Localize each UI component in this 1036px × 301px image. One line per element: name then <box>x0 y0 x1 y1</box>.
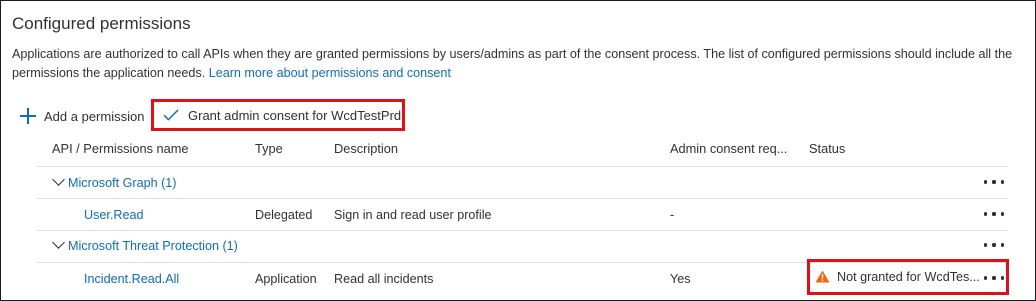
status-value: Not granted for WcdTes... <box>837 270 980 284</box>
admin-consent-value: - <box>670 208 675 222</box>
add-permission-label: Add a permission <box>44 108 145 124</box>
group-label[interactable]: Microsoft Threat Protection (1) <box>68 239 238 253</box>
learn-more-link[interactable]: Learn more about permissions and consent <box>209 66 451 80</box>
grant-admin-consent-label: Grant admin consent for WcdTestPrd <box>188 107 402 123</box>
configured-permissions-panel: Configured permissions Applications are … <box>0 0 1036 301</box>
panel-title: Configured permissions <box>12 14 191 33</box>
row-divider <box>36 198 1008 199</box>
more-icon[interactable] <box>984 210 1004 218</box>
admin-consent-value: Yes <box>670 272 691 286</box>
more-icon[interactable] <box>984 241 1004 249</box>
checkmark-icon <box>163 109 179 121</box>
add-permission-button[interactable]: Add a permission <box>15 101 144 131</box>
warning-icon <box>815 270 830 283</box>
column-header-type[interactable]: Type <box>255 141 283 156</box>
permission-type: Delegated <box>255 208 313 222</box>
permission-description: Sign in and read user profile <box>334 208 492 222</box>
panel-description: Applications are authorized to call APIs… <box>12 45 1022 83</box>
toolbar: Add a permission Grant admin consent for… <box>15 99 405 133</box>
permission-description: Read all incidents <box>334 272 434 286</box>
column-header-admin-consent[interactable]: Admin consent req... <box>670 141 787 156</box>
description-text: Applications are authorized to call APIs… <box>12 47 1013 80</box>
more-icon[interactable] <box>984 178 1004 186</box>
permission-name-link[interactable]: Incident.Read.All <box>84 272 179 286</box>
chevron-down-icon[interactable] <box>52 236 65 249</box>
group-label[interactable]: Microsoft Graph (1) <box>68 176 176 190</box>
permission-name-link[interactable]: User.Read <box>84 208 144 222</box>
column-header-description[interactable]: Description <box>334 141 398 156</box>
grant-admin-consent-button[interactable]: Grant admin consent for WcdTestPrd <box>151 99 405 131</box>
more-icon[interactable] <box>984 274 1004 282</box>
row-divider <box>36 166 1008 167</box>
chevron-down-icon[interactable] <box>52 173 65 186</box>
row-divider <box>36 230 1008 231</box>
plus-icon <box>20 108 36 124</box>
permission-type: Application <box>255 272 317 286</box>
column-header-status[interactable]: Status <box>809 141 845 156</box>
column-header-name[interactable]: API / Permissions name <box>52 141 189 156</box>
